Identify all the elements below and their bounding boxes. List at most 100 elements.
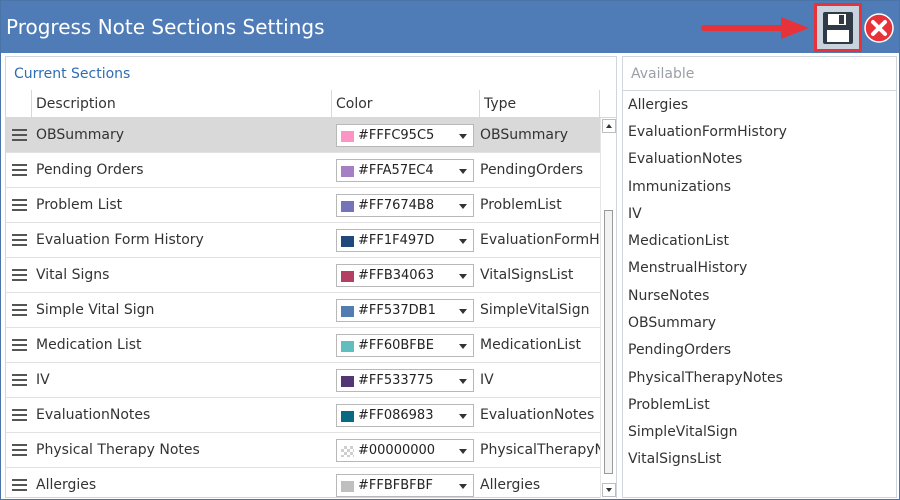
color-picker[interactable]: #FFBFBFBF <box>336 474 474 497</box>
table-row[interactable]: Vital Signs #FFB34063 VitalSignsList <box>6 258 600 293</box>
column-header-description[interactable]: Description <box>32 90 332 118</box>
list-item[interactable]: Allergies <box>628 97 688 113</box>
drag-handle-icon[interactable] <box>12 339 27 351</box>
table-row[interactable]: Simple Vital Sign #FF537DB1 SimpleVitalS… <box>6 293 600 328</box>
list-item[interactable]: ProblemList <box>628 397 710 413</box>
drag-handle-icon[interactable] <box>12 129 27 141</box>
color-picker[interactable]: #00000000 <box>336 439 474 462</box>
color-value: #FFBFBFBF <box>358 478 434 493</box>
color-value: #FF60BFBE <box>358 338 434 353</box>
chevron-down-icon[interactable] <box>459 204 467 209</box>
drag-handle-icon[interactable] <box>12 269 27 281</box>
color-swatch <box>341 376 354 387</box>
list-item[interactable]: EvaluationFormHistory <box>628 124 787 140</box>
list-item[interactable]: SimpleVitalSign <box>628 424 737 440</box>
drag-handle-icon[interactable] <box>12 374 27 386</box>
color-value: #FF086983 <box>358 408 434 423</box>
transparent-swatch <box>341 446 354 457</box>
color-picker[interactable]: #FF60BFBE <box>336 334 474 357</box>
table-row[interactable]: Pending Orders #FFA57EC4 PendingOrders <box>6 153 600 188</box>
drag-handle-icon[interactable] <box>12 199 27 211</box>
table-row[interactable]: Problem List #FF7674B8 ProblemList <box>6 188 600 223</box>
drag-handle-icon[interactable] <box>12 304 27 316</box>
color-picker[interactable]: #FF1F497D <box>336 229 474 252</box>
color-picker[interactable]: #FF7674B8 <box>336 194 474 217</box>
color-picker[interactable]: #FFB34063 <box>336 264 474 287</box>
chevron-down-icon[interactable] <box>459 414 467 419</box>
row-description: Vital Signs <box>36 267 110 283</box>
available-list: Allergies EvaluationFormHistory Evaluati… <box>623 90 896 497</box>
color-value: #FF1F497D <box>358 233 435 248</box>
list-item[interactable]: MedicationList <box>628 233 729 249</box>
table-row[interactable]: Medication List #FF60BFBE MedicationList <box>6 328 600 363</box>
available-panel: Available Allergies EvaluationFormHistor… <box>622 56 897 498</box>
row-description: IV <box>36 372 50 388</box>
sections-grid: OBSummary #FFFC95C5 OBSummary Pending Or… <box>6 118 600 498</box>
color-picker[interactable]: #FFA57EC4 <box>336 159 474 182</box>
table-row[interactable]: OBSummary #FFFC95C5 OBSummary <box>6 118 600 153</box>
table-row[interactable]: Evaluation Form History #FF1F497D Evalua… <box>6 223 600 258</box>
chevron-down-icon[interactable] <box>459 169 467 174</box>
chevron-down-icon[interactable] <box>459 484 467 489</box>
settings-window: Progress Note Sections Settings Current … <box>0 0 900 500</box>
row-type: MedicationList <box>480 337 582 353</box>
table-row[interactable]: Allergies #FFBFBFBF Allergies <box>6 468 600 498</box>
red-arrow-icon <box>701 17 809 39</box>
row-type: PhysicalTherapyNotes <box>480 442 600 458</box>
chevron-down-icon[interactable] <box>459 449 467 454</box>
color-picker[interactable]: #FF533775 <box>336 369 474 392</box>
current-sections-panel: Current Sections Description Color Type … <box>5 56 617 498</box>
chevron-down-icon[interactable] <box>459 379 467 384</box>
chevron-down-icon[interactable] <box>459 274 467 279</box>
drag-handle-icon[interactable] <box>12 479 27 491</box>
row-description: OBSummary <box>36 127 125 143</box>
row-description: EvaluationNotes <box>36 407 151 423</box>
color-swatch <box>341 131 354 142</box>
drag-handle-icon[interactable] <box>12 444 27 456</box>
list-item[interactable]: PendingOrders <box>628 342 731 358</box>
row-type: VitalSignsList <box>480 267 574 283</box>
column-header-color[interactable]: Color <box>332 90 480 118</box>
row-type: PendingOrders <box>480 162 584 178</box>
row-type: SimpleVitalSign <box>480 302 590 318</box>
table-row[interactable]: Physical Therapy Notes #00000000 Physica… <box>6 433 600 468</box>
color-swatch <box>341 271 354 282</box>
color-value: #00000000 <box>358 443 436 458</box>
row-type: EvaluationFormHistory <box>480 232 600 248</box>
row-description: Pending Orders <box>36 162 144 178</box>
color-picker[interactable]: #FF537DB1 <box>336 299 474 322</box>
table-row[interactable]: IV #FF533775 IV <box>6 363 600 398</box>
color-picker[interactable]: #FFFC95C5 <box>336 124 474 147</box>
list-item[interactable]: VitalSignsList <box>628 451 721 467</box>
drag-handle-icon[interactable] <box>12 164 27 176</box>
available-title: Available <box>631 66 695 82</box>
scroll-down-icon[interactable] <box>602 483 616 497</box>
list-item[interactable]: Immunizations <box>628 179 731 195</box>
row-description: Medication List <box>36 337 142 353</box>
row-description: Evaluation Form History <box>36 232 204 248</box>
scrollbar-thumb[interactable] <box>604 210 613 474</box>
scroll-up-icon[interactable] <box>602 119 616 133</box>
save-button[interactable] <box>814 3 862 52</box>
table-row[interactable]: EvaluationNotes #FF086983 EvaluationNote… <box>6 398 600 433</box>
list-item[interactable]: NurseNotes <box>628 288 709 304</box>
chevron-down-icon[interactable] <box>459 134 467 139</box>
color-picker[interactable]: #FF086983 <box>336 404 474 427</box>
color-swatch <box>341 341 354 352</box>
color-value: #FFFC95C5 <box>358 128 435 143</box>
list-item[interactable]: EvaluationNotes <box>628 151 742 167</box>
chevron-down-icon[interactable] <box>459 239 467 244</box>
list-item[interactable]: MenstrualHistory <box>628 260 747 276</box>
list-item[interactable]: OBSummary <box>628 315 716 331</box>
vertical-scrollbar[interactable] <box>600 118 616 498</box>
list-item[interactable]: IV <box>628 206 642 222</box>
drag-handle-icon[interactable] <box>12 409 27 421</box>
drag-handle-icon[interactable] <box>12 234 27 246</box>
floppy-disk-icon <box>823 11 853 44</box>
list-item[interactable]: PhysicalTherapyNotes <box>628 370 783 386</box>
chevron-down-icon[interactable] <box>459 309 467 314</box>
row-type: ProblemList <box>480 197 562 213</box>
chevron-down-icon[interactable] <box>459 344 467 349</box>
column-header-type[interactable]: Type <box>480 90 600 118</box>
close-circle-icon[interactable] <box>864 13 894 43</box>
